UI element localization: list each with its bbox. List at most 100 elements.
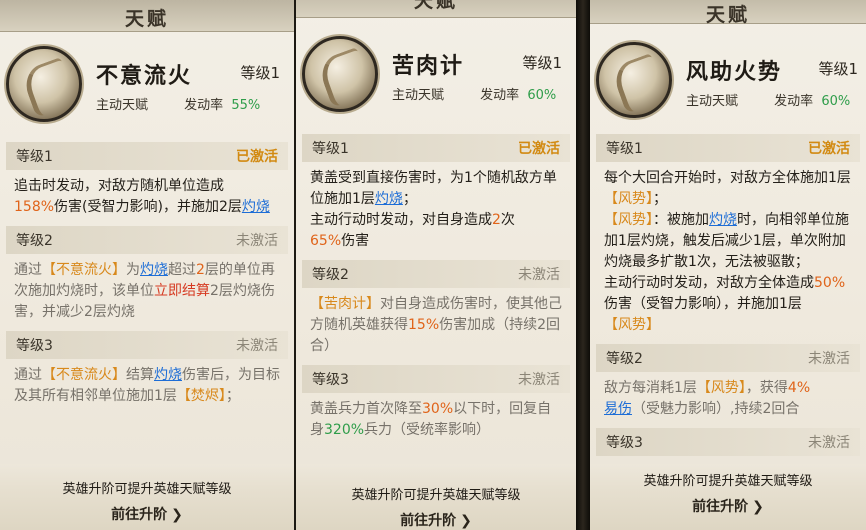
skill-level: 等级1 (240, 64, 280, 82)
skill-icon (596, 42, 672, 118)
burn-link[interactable]: 灼烧 (140, 262, 168, 278)
level-list: 等级1 已激活 每个大回合开始时，对敌方全体施加1层【风势】； 【风势】：被施加灼… (596, 134, 860, 460)
skill-meta: 主动天赋 发动率 55% (96, 94, 260, 113)
go-upgrade-button[interactable]: 前往升阶 ❯ (0, 504, 294, 524)
skill-meta: 主动天赋 发动率 60% (686, 90, 850, 109)
upgrade-hint: 英雄升阶可提升英雄天赋等级 (351, 488, 521, 503)
level-list: 等级1 已激活 追击时发动，对敌方随机单位造成 158%伤害(受智力影响)，并施加… (6, 142, 288, 415)
level-desc: 黄盖兵力首次降至30%以下时，回复自身320%兵力（受统率影响） (302, 397, 570, 449)
skill-ref: 【风势】 (604, 191, 653, 207)
desc-text: ：被施加 (653, 212, 709, 228)
desc-text: ，获得 (745, 380, 788, 396)
level-desc: 黄盖受到直接伤害时，为1个随机敌方单位施加1层灼烧； 主动行动时发动，对自身造成2… (302, 166, 570, 260)
panel-title: 天赋 (413, 0, 458, 12)
rate-label: 发动率 (480, 88, 520, 103)
level-row: 等级2 未激活 (302, 260, 570, 288)
level-row: 等级1 已激活 (6, 142, 288, 170)
desc-highlight: 立即结算 (154, 283, 210, 299)
level-status: 已激活 (808, 141, 850, 157)
desc-text: 伤害（受智力影响），并施加1层 (604, 296, 802, 312)
desc-text: ； (402, 191, 417, 207)
level-status: 未激活 (518, 267, 560, 283)
talent-panel-2: 天赋 苦肉计 等级1 主动天赋 发动率 60% 等级1 已激活 黄盖受到直接伤害… (296, 0, 576, 530)
desc-text: 结算 (126, 367, 154, 383)
skill-level: 等级1 (522, 54, 562, 72)
level-status: 已激活 (236, 149, 278, 165)
desc-text: 伤害 (341, 233, 370, 249)
burn-link[interactable]: 灼烧 (154, 367, 182, 383)
level-desc: 通过【不意流火】结算灼烧伤害后，为目标及其所有相邻单位施加1层【焚烬】； (6, 363, 288, 415)
skill-ref: 【不意流火】 (42, 262, 126, 278)
desc-value: 15% (408, 317, 440, 333)
desc-text: 兵力（受统率影响） (364, 422, 491, 438)
level-row: 等级3 未激活 (6, 331, 288, 359)
desc-text: 追击时发动，对敌方随机单位造成 (14, 178, 224, 194)
level-list: 等级1 已激活 黄盖受到直接伤害时，为1个随机敌方单位施加1层灼烧； 主动行动时发… (302, 134, 570, 449)
desc-value: 50% (814, 275, 846, 291)
footer: 英雄升阶可提升英雄天赋等级 前往升阶 ❯ (0, 464, 294, 530)
level-status: 未激活 (236, 338, 278, 354)
desc-text: 超过 (168, 262, 196, 278)
skill-header: 苦肉计 等级1 主动天赋 发动率 60% (296, 26, 576, 126)
talent-panel-1: 天赋 不意流火 等级1 主动天赋 发动率 55% 等级1 已激活 追击时发动，对… (0, 0, 294, 530)
skill-ref: 【风势】 (604, 212, 653, 228)
title-bar: 天赋 (590, 0, 866, 26)
vulnerable-link[interactable]: 易伤 (604, 401, 632, 417)
skill-type: 主动天赋 (96, 98, 149, 113)
chevron-right-icon: ❯ (752, 499, 764, 515)
desc-text: 黄盖受到直接伤害时，为1个随机敌方单位施加1层 (310, 170, 557, 207)
title-bar: 天赋 (296, 0, 576, 18)
burn-link[interactable]: 灼烧 (242, 199, 270, 215)
upgrade-hint: 英雄升阶可提升英雄天赋等级 (62, 482, 232, 497)
level-desc: 敌方每消耗1层【风势】，获得4% 易伤（受魅力影响）,持续2回合 (596, 376, 860, 428)
skill-icon (302, 36, 378, 112)
level-label: 等级1 (16, 149, 53, 165)
skill-icon (6, 46, 82, 122)
level-row: 等级1 已激活 (596, 134, 860, 162)
skill-type: 主动天赋 (686, 94, 739, 109)
level-status: 未激活 (518, 372, 560, 388)
level-desc: 【苦肉计】对自身造成伤害时，使其他己方随机英雄获得15%伤害加成（持续2回合） (302, 292, 570, 365)
desc-value: 2 (492, 212, 501, 228)
level-label: 等级2 (312, 267, 349, 283)
level-label: 等级3 (16, 338, 53, 354)
skill-level: 等级1 (818, 60, 858, 78)
desc-value: 320% (324, 422, 365, 438)
skill-name: 风助火势 (686, 60, 783, 85)
level-row: 等级3 未激活 (596, 428, 860, 456)
skill-type: 主动天赋 (392, 88, 445, 103)
desc-text: 每个大回合开始时，对敌方全体施加1层 (604, 170, 851, 186)
desc-text: ； (225, 388, 240, 404)
level-label: 等级1 (312, 141, 349, 157)
desc-text: 黄盖兵力首次降至 (310, 401, 422, 417)
skill-meta: 主动天赋 发动率 60% (392, 84, 556, 103)
go-upgrade-label: 前往升阶 (111, 507, 168, 523)
upgrade-hint: 英雄升阶可提升英雄天赋等级 (643, 474, 813, 489)
level-status: 未激活 (808, 435, 850, 451)
level-desc: 追击时发动，对敌方随机单位造成 158%伤害(受智力影响)，并施加2层灼烧 (6, 174, 288, 226)
desc-text: 敌方每消耗1层 (604, 380, 697, 396)
desc-text: ； (653, 191, 667, 207)
desc-text: 主动行动时发动，对自身造成 (310, 212, 492, 228)
skill-ref: 【风势】 (604, 317, 660, 333)
skill-ref: 【风势】 (696, 380, 746, 396)
go-upgrade-button[interactable]: 前往升阶 ❯ (590, 496, 866, 516)
skill-header: 风助火势 等级1 主动天赋 发动率 60% (590, 32, 866, 132)
burn-link[interactable]: 灼烧 (375, 191, 403, 207)
desc-text: 通过 (14, 367, 42, 383)
go-upgrade-button[interactable]: 前往升阶 ❯ (296, 510, 576, 530)
rate-value: 55% (231, 98, 261, 113)
skill-name: 苦肉计 (392, 54, 465, 79)
chevron-right-icon: ❯ (460, 513, 472, 529)
level-label: 等级2 (606, 351, 643, 367)
go-upgrade-label: 前往升阶 (692, 499, 749, 515)
skill-name: 不意流火 (96, 64, 193, 89)
burn-link[interactable]: 灼烧 (709, 212, 737, 228)
skill-ref: 【焚烬】 (176, 388, 226, 404)
desc-value: 30% (422, 401, 454, 417)
desc-value: 65% (310, 233, 342, 249)
skill-header: 不意流火 等级1 主动天赋 发动率 55% (0, 36, 294, 136)
footer: 英雄升阶可提升英雄天赋等级 前往升阶 ❯ (590, 464, 866, 530)
rate-value: 60% (527, 88, 557, 103)
chevron-right-icon: ❯ (171, 507, 183, 523)
